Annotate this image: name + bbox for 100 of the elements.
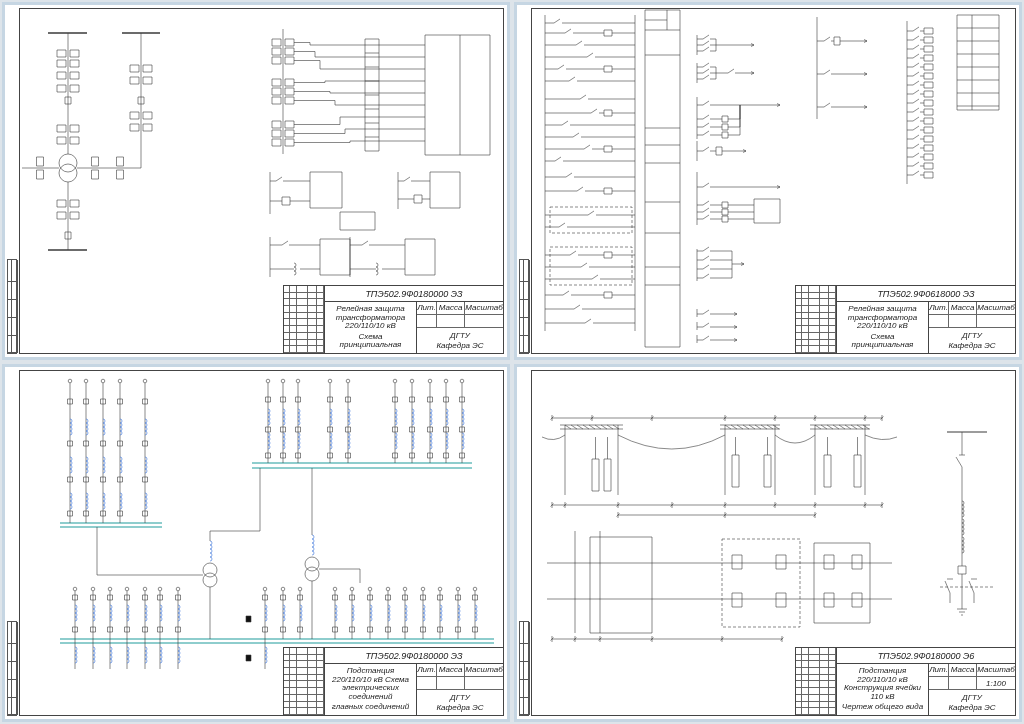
current-transformer-symbol	[129, 64, 153, 73]
circuit-breaker-symbol	[327, 426, 333, 433]
circuit-breaker-symbol	[142, 626, 148, 633]
organization-name: ДГТУ	[450, 330, 470, 340]
drawing-title: Подстанция 220/110/10 кВ Схема электрических соединений	[331, 666, 410, 702]
ladder-rung	[696, 207, 755, 216]
circuit-breaker-symbol	[459, 452, 465, 459]
drawing-code: ТПЭ502.9Ф0180000 ЭЗ	[325, 286, 503, 302]
ladder-rung	[906, 53, 934, 62]
terminal-symbol	[107, 586, 113, 592]
equipment-symbol	[591, 436, 600, 492]
current-transformer-coil	[329, 408, 333, 426]
circuit-breaker-symbol	[117, 440, 123, 447]
circuit-breaker-symbol	[367, 594, 373, 601]
current-transformer-coil	[461, 432, 465, 450]
terminal-symbol	[67, 378, 73, 384]
circuit-breaker-symbol	[280, 396, 286, 403]
current-transformer-coil	[267, 408, 271, 426]
feeder-line	[318, 568, 361, 584]
busbar-line	[47, 32, 88, 34]
circuit-breaker-symbol	[83, 476, 89, 483]
ladder-rung	[906, 152, 934, 161]
circuit-breaker-symbol	[262, 626, 268, 633]
equipment-symbol	[823, 436, 832, 488]
current-transformer-symbol	[271, 47, 295, 56]
current-transformer-coil	[177, 604, 181, 622]
signal-arrow	[696, 146, 747, 156]
circuit-breaker-symbol	[472, 626, 478, 633]
terminal-symbol	[175, 586, 181, 592]
signal-arrow	[816, 69, 868, 76]
current-transformer-symbol	[271, 38, 295, 47]
ladder-rung	[906, 98, 934, 107]
current-transformer-symbol	[271, 120, 295, 129]
relay-box	[339, 211, 376, 231]
feeder-line	[369, 590, 371, 640]
ladder-rung	[906, 107, 934, 116]
drawing-code: ТПЭ502.9Ф0180000 ЭЗ	[325, 648, 503, 664]
circuit-breaker-symbol	[124, 594, 130, 601]
circuit-breaker-symbol	[437, 594, 443, 601]
current-transformer-coil	[311, 534, 315, 556]
circuit-breaker-symbol	[443, 452, 449, 459]
terminal-symbol	[392, 378, 398, 384]
circuit-breaker-symbol	[443, 426, 449, 433]
column-header: Масса	[949, 664, 977, 676]
circuit-breaker-symbol	[385, 594, 391, 601]
feeder-line	[209, 586, 211, 640]
circuit-breaker-symbol	[297, 626, 303, 633]
circuit-breaker-symbol	[280, 594, 286, 601]
circuit-breaker-symbol	[349, 626, 355, 633]
drawing-subtitle: главных соединений	[330, 703, 411, 713]
circuit-breaker-symbol	[345, 426, 351, 433]
current-transformer-coil	[411, 432, 415, 450]
current-transformer-coil	[92, 646, 96, 664]
terminal-symbol	[100, 378, 106, 384]
drawing-title: Подстанция 220/110/10 кВ Конструкция ячейки 110 кВ	[842, 666, 923, 702]
ladder-rung	[906, 143, 934, 152]
current-transformer-symbol	[129, 123, 153, 132]
ground-symbol	[956, 608, 968, 616]
terminal-symbol	[157, 586, 163, 592]
circuit-breaker-symbol	[90, 626, 96, 633]
current-transformer-coil	[369, 604, 373, 622]
column-header: Масштаб	[465, 664, 503, 676]
transformer-symbol	[58, 153, 78, 183]
current-transformer-symbol	[56, 71, 80, 80]
feeder-line	[387, 590, 389, 640]
equipment-symbol	[823, 554, 835, 570]
terminal-symbol	[124, 586, 130, 592]
circuit-breaker-symbol	[332, 594, 338, 601]
drawing-subtitle: Схема принципиальная	[338, 332, 403, 351]
terminal-symbol	[349, 586, 355, 592]
circuit-breaker-symbol	[100, 398, 106, 405]
feeder-line	[334, 590, 336, 640]
current-transformer-symbol	[56, 84, 80, 93]
terminal-symbol	[459, 378, 465, 384]
ladder-rung	[696, 214, 755, 223]
department-name: Кафедра ЭС	[948, 341, 996, 351]
circuit-breaker-symbol	[459, 426, 465, 433]
revision-table	[284, 648, 324, 715]
equipment-symbol	[763, 436, 772, 488]
department-name: Кафедра ЭС	[948, 703, 996, 713]
circuit-breaker-symbol	[100, 476, 106, 483]
current-transformer-coil	[347, 408, 351, 426]
relay-circuit-drawing	[269, 236, 321, 278]
current-transformer-coil	[144, 418, 148, 436]
ladder-rung	[906, 44, 934, 53]
disconnector-symbol	[944, 578, 954, 604]
ladder-rung	[906, 161, 934, 170]
circuit-breaker-symbol	[437, 626, 443, 633]
circuit-breaker-symbol	[175, 626, 181, 633]
current-transformer-coil	[411, 408, 415, 426]
power-rail-line	[696, 248, 698, 282]
terminal-symbol	[345, 378, 351, 384]
circuit-breaker-symbol	[67, 398, 73, 405]
current-transformer-coil	[297, 432, 301, 450]
terminal-symbol	[427, 378, 433, 384]
ladder-rung	[906, 170, 934, 179]
current-transformer-coil	[347, 432, 351, 450]
terminal-symbol	[83, 378, 89, 384]
column-header: Масса	[949, 302, 977, 314]
current-transformer-coil	[422, 604, 426, 622]
